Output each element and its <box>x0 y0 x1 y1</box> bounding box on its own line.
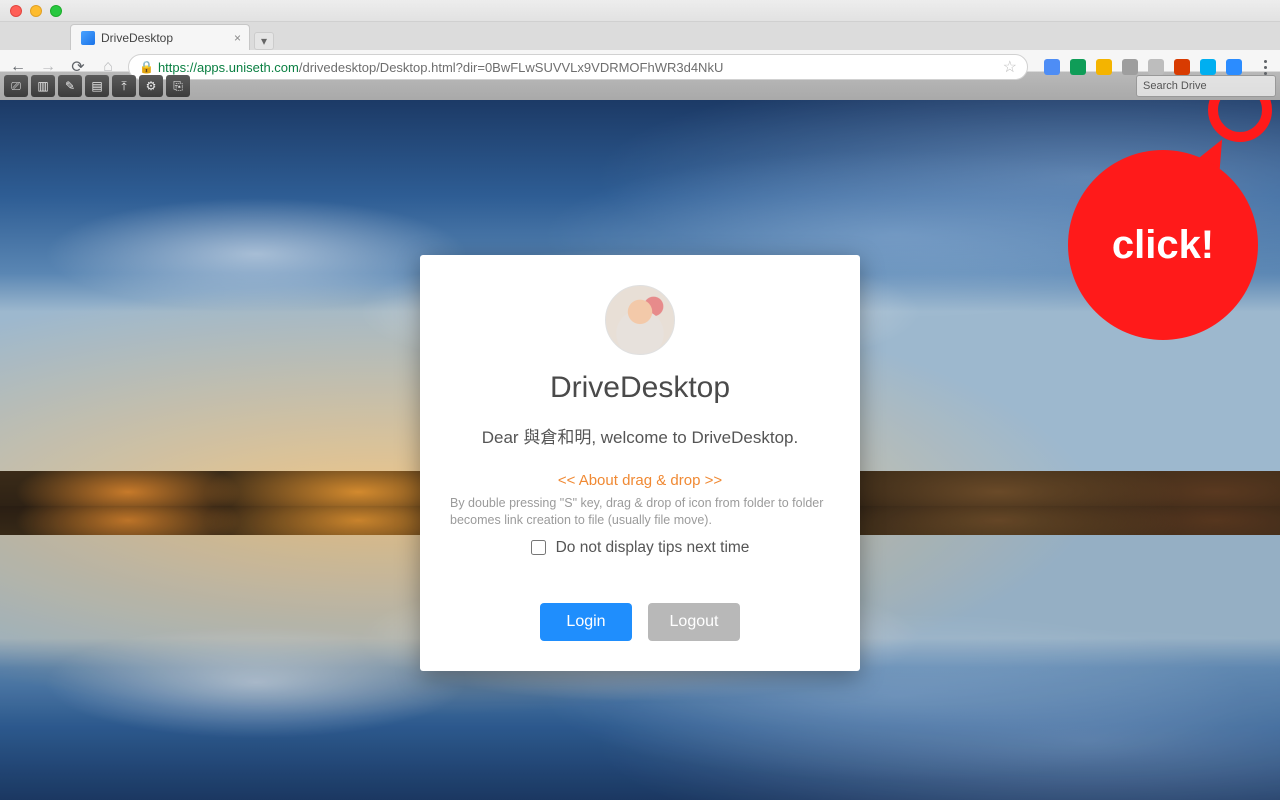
login-button[interactable]: Login <box>540 603 632 641</box>
search-drive-input[interactable]: Search Drive <box>1136 75 1276 97</box>
tab-close-button[interactable]: × <box>234 31 241 45</box>
favicon-icon <box>81 31 95 45</box>
hangouts-icon[interactable] <box>1070 59 1086 75</box>
drivedesktop-icon[interactable] <box>1226 59 1242 75</box>
window-zoom-button[interactable] <box>50 5 62 17</box>
chart-icon[interactable]: ▥ <box>31 75 55 97</box>
greeting-text: Dear 與倉和明, welcome to DriveDesktop. <box>448 423 832 448</box>
tab-title: DriveDesktop <box>101 31 173 45</box>
new-tab-button[interactable]: ▾ <box>254 32 274 50</box>
lock-icon: 🔒 <box>139 60 154 74</box>
reload-button[interactable]: ⟳ <box>68 57 88 77</box>
url-host: https://apps.uniseth.com <box>158 60 299 75</box>
welcome-dialog: DriveDesktop Dear 與倉和明, welcome to Drive… <box>420 255 860 671</box>
circle-icon[interactable] <box>1148 59 1164 75</box>
office-icon[interactable] <box>1174 59 1190 75</box>
suppress-tips-label: Do not display tips next time <box>556 539 750 557</box>
tab-strip: DriveDesktop × ▾ <box>0 22 1280 50</box>
window-minimize-button[interactable] <box>30 5 42 17</box>
address-bar[interactable]: 🔒 https://apps.uniseth.com /drivedesktop… <box>128 54 1028 80</box>
logout-button[interactable]: Logout <box>648 603 740 641</box>
home-button[interactable]: ⌂ <box>98 57 118 77</box>
edit-icon[interactable]: ✎ <box>58 75 82 97</box>
dialog-title: DriveDesktop <box>448 371 832 405</box>
dialog-buttons: Login Logout <box>448 603 832 641</box>
new-file-icon[interactable]: ▤ <box>85 75 109 97</box>
translate-icon[interactable] <box>1044 59 1060 75</box>
window-close-button[interactable] <box>10 5 22 17</box>
drive-icon[interactable] <box>1096 59 1112 75</box>
desktop-viewport: DriveDesktop Dear 與倉和明, welcome to Drive… <box>0 100 1280 800</box>
extensions-row <box>1044 59 1242 75</box>
url-path: /drivedesktop/Desktop.html?dir=0BwFLwSUV… <box>299 60 723 75</box>
upload-icon[interactable]: ⤒ <box>112 75 136 97</box>
user-avatar <box>605 285 675 355</box>
forward-button[interactable]: → <box>38 57 58 77</box>
suppress-tips-checkbox[interactable] <box>531 540 546 555</box>
window-titlebar <box>0 0 1280 22</box>
back-button[interactable]: ← <box>8 57 28 77</box>
browser-chrome: DriveDesktop × ▾ ← → ⟳ ⌂ 🔒 https://apps.… <box>0 0 1280 72</box>
tip-body: By double pressing "S" key, drag & drop … <box>448 495 832 529</box>
exit-icon[interactable]: ⎘ <box>166 75 190 97</box>
gear-icon[interactable]: ⚙ <box>139 75 163 97</box>
grid-icon[interactable] <box>1122 59 1138 75</box>
tip-title: << About drag & drop >> <box>448 472 832 489</box>
skype-icon[interactable] <box>1200 59 1216 75</box>
suppress-tips-row[interactable]: Do not display tips next time <box>448 539 832 557</box>
browser-tab[interactable]: DriveDesktop × <box>70 24 250 50</box>
settings-sliders-icon[interactable]: ⎚ <box>4 75 28 97</box>
window-controls <box>10 5 62 17</box>
bookmark-star-icon[interactable]: ☆ <box>1003 57 1017 77</box>
chrome-menu-button[interactable] <box>1258 60 1272 75</box>
